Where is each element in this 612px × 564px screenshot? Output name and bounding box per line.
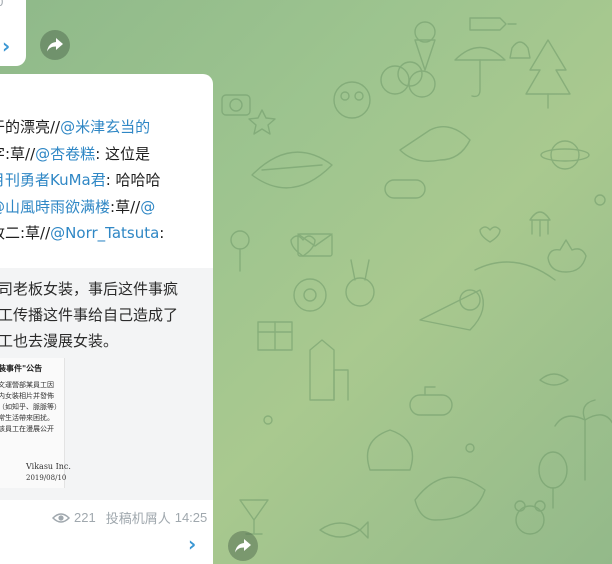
message-line: 改二:草//@Norr_Tatsuta:	[0, 220, 213, 247]
message-time: 20	[0, 0, 4, 9]
quoted-post[interactable]: 司老板女装，事后这件事疯 工传播这件事给自己造成了 工也去漫展女装。 裝事件"公告 …	[0, 268, 213, 500]
attached-image[interactable]: 裝事件"公告 文運營部某員工因 内女裝相片并發佈 （如知乎、脈脈等） 常生活帶來…	[0, 358, 71, 488]
message-line: @山風時雨欲满楼:草//@	[0, 194, 213, 221]
message-line: 月刊勇者KuMa君: 哈哈哈	[0, 167, 213, 194]
message-text-segment: : 哈哈哈	[105, 171, 161, 189]
message-text-segment: : 这位是	[95, 144, 151, 163]
post-time: 14:25	[174, 510, 208, 525]
quoted-line: 工也去漫展女装。	[0, 332, 119, 350]
message-text-segment: 干的漂亮//	[0, 118, 61, 136]
mention-link[interactable]: @山風時雨欲满楼	[0, 198, 110, 216]
mention-link[interactable]: @米津玄当的	[60, 118, 150, 136]
message-text-segment: :草//	[110, 197, 141, 216]
message-text-segment: :	[159, 224, 165, 242]
eye-icon	[52, 512, 70, 523]
share-icon	[47, 38, 63, 52]
share-button[interactable]	[40, 30, 70, 60]
view-count: 221	[74, 510, 96, 525]
image-text-line: 常生活帶來困扰。	[0, 414, 54, 422]
image-date: 2019/08/10	[26, 474, 67, 482]
post-author: 投稿机屑人	[105, 511, 171, 526]
image-text-line: 内女裝相片并發佈	[0, 392, 54, 400]
share-button[interactable]	[228, 531, 258, 561]
chevron-right-icon[interactable]: ›	[188, 532, 196, 556]
image-text-line: （如知乎、脈脈等）	[0, 403, 61, 411]
message-text-segment: 字:草//	[0, 144, 36, 163]
message-bubble[interactable]: 干的漂亮//@米津玄当的字:草//@杏卷糕: 这位是月刊勇者KuMa君: 哈哈哈…	[0, 74, 213, 564]
message-line: 干的漂亮//@米津玄当的	[0, 114, 213, 141]
message-text-segment: 改二:草//	[0, 224, 51, 242]
mention-link[interactable]: @杏卷糕	[35, 145, 95, 163]
share-icon	[235, 539, 251, 553]
quoted-text: 司老板女装，事后这件事疯 工传播这件事给自己造成了 工也去漫展女装。	[0, 276, 178, 354]
mention-link[interactable]: @Norr_Tatsuta	[50, 224, 159, 242]
image-text-line: 文運營部某員工因	[0, 381, 54, 389]
quoted-line: 司老板女装，事后这件事疯	[0, 280, 179, 298]
message-text: 干的漂亮//@米津玄当的字:草//@杏卷糕: 这位是月刊勇者KuMa君: 哈哈哈…	[0, 114, 213, 247]
mention-link[interactable]: @	[140, 198, 155, 216]
image-text-line: 該員工在漫展公开	[0, 425, 54, 433]
message-line: 字:草//@杏卷糕: 这位是	[0, 141, 213, 168]
chevron-right-icon[interactable]: ›	[2, 34, 10, 58]
mention-link[interactable]: 月刊勇者KuMa君	[0, 171, 106, 189]
image-title: 裝事件"公告	[0, 363, 43, 373]
quoted-line: 工传播这件事给自己造成了	[0, 306, 179, 324]
image-signature: Vikasu Inc.	[26, 462, 71, 471]
message-meta: 221 投稿机屑人 14:25	[52, 508, 207, 527]
